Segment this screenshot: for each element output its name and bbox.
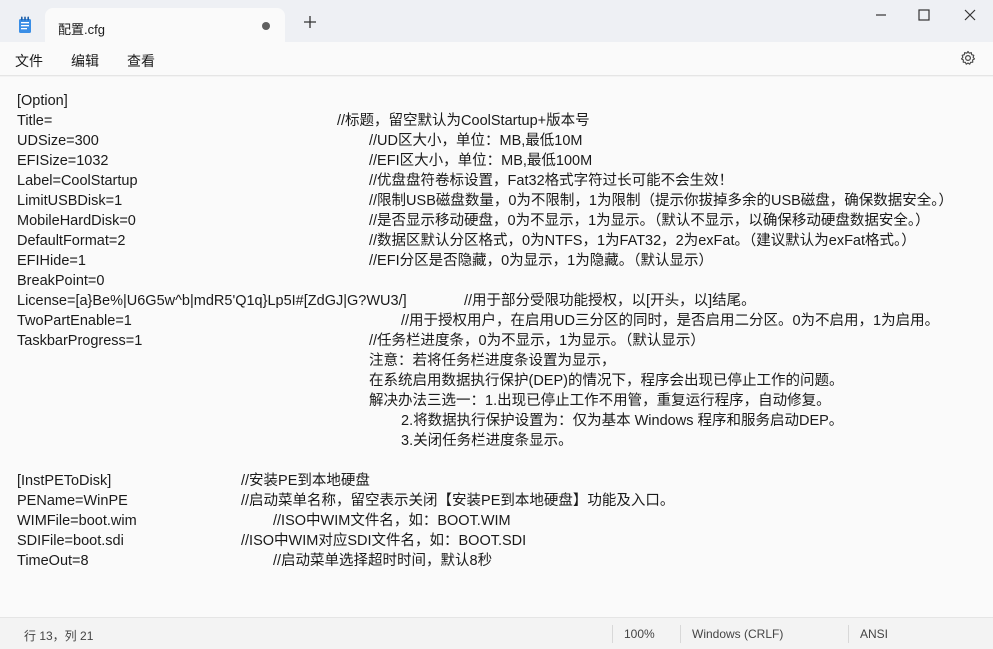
line-comment: //启动菜单名称，留空表示关闭【安装PE到本地硬盘】功能及入口。: [241, 493, 675, 509]
text-line: License=[a}Be%|U6G5w^b|mdR5'Q1q}Lp5I#[Zd…: [17, 293, 407, 309]
status-divider: [848, 625, 849, 643]
text-line: UDSize=300: [17, 133, 99, 149]
close-icon[interactable]: [963, 8, 977, 22]
status-divider: [612, 625, 613, 643]
line-comment: 在系统启用数据执行保护(DEP)的情况下，程序会出现已停止工作的问题。: [369, 373, 844, 389]
text-line: Title=: [17, 113, 53, 129]
text-line: [Option]: [17, 93, 68, 109]
line-comment: //数据区默认分区格式，0为NTFS，1为FAT32，2为exFat。（建议默认…: [369, 233, 916, 249]
text-line: SDIFile=boot.sdi: [17, 533, 124, 549]
text-line: TimeOut=8: [17, 553, 89, 569]
text-editor[interactable]: [Option] Title= //标题，留空默认为CoolStartup+版本…: [0, 77, 993, 617]
encoding[interactable]: ANSI: [860, 627, 888, 641]
line-comment: //UD区大小，单位：MB,最低10M: [369, 133, 583, 149]
text-line: MobileHardDisk=0: [17, 213, 136, 229]
menu-bar: 文件 编辑 查看: [0, 42, 993, 76]
text-line: EFISize=1032: [17, 153, 109, 169]
status-bar: 行 13，列 21 100% Windows (CRLF) ANSI: [0, 617, 993, 649]
unsaved-dot-icon[interactable]: [262, 22, 270, 30]
line-comment: //用于部分受限功能授权，以[开头，以]结尾。: [464, 293, 756, 309]
minimize-icon[interactable]: [874, 8, 888, 22]
plus-icon[interactable]: [303, 15, 317, 29]
title-bar: 配置.cfg: [0, 0, 993, 42]
maximize-icon[interactable]: [917, 8, 931, 22]
text-line: [InstPEToDisk]: [17, 473, 112, 489]
line-comment: //启动菜单选择超时时间，默认8秒: [273, 553, 493, 569]
line-comment: //用于授权用户，在启用UD三分区的同时，是否启用二分区。0为不启用，1为启用。: [401, 313, 940, 329]
line-comment: //是否显示移动硬盘，0为不显示，1为显示。（默认不显示，以确保移动硬盘数据安全…: [369, 213, 930, 229]
line-comment: //ISO中WIM对应SDI文件名，如：BOOT.SDI: [241, 533, 527, 549]
text-line: BreakPoint=0: [17, 273, 105, 289]
zoom-level[interactable]: 100%: [624, 627, 655, 641]
menu-view[interactable]: 查看: [127, 51, 155, 71]
menu-file[interactable]: 文件: [15, 51, 43, 71]
text-line: WIMFile=boot.wim: [17, 513, 137, 529]
text-line: EFIHide=1: [17, 253, 86, 269]
text-line: Label=CoolStartup: [17, 173, 138, 189]
line-comment: //优盘盘符卷标设置，Fat32格式字符过长可能不会生效！: [369, 173, 734, 189]
text-line: DefaultFormat=2: [17, 233, 126, 249]
cursor-position: 行 13，列 21: [24, 629, 94, 643]
gear-icon[interactable]: [960, 50, 976, 66]
line-comment: 解决办法三选一：1.出现已停止工作不用管，重复运行程序，自动修复。: [369, 393, 831, 409]
line-comment: //EFI分区是否隐藏，0为显示，1为隐藏。（默认显示）: [369, 253, 713, 269]
line-comment: //标题，留空默认为CoolStartup+版本号: [337, 113, 590, 129]
line-comment: 注意：若将任务栏进度条设置为显示，: [369, 353, 616, 369]
line-ending[interactable]: Windows (CRLF): [692, 627, 783, 641]
line-comment: //任务栏进度条，0为不显示，1为显示。（默认显示）: [369, 333, 705, 349]
menu-edit[interactable]: 编辑: [71, 51, 99, 71]
line-comment: 2.将数据执行保护设置为：仅为基本 Windows 程序和服务启动DEP。: [401, 413, 844, 429]
line-comment: //限制USB磁盘数量，0为不限制，1为限制（提示你拔掉多余的USB磁盘，确保数…: [369, 193, 954, 209]
notepad-icon: [19, 16, 31, 33]
text-line: TwoPartEnable=1: [17, 313, 132, 329]
text-line: PEName=WinPE: [17, 493, 128, 509]
status-divider: [680, 625, 681, 643]
line-comment: //ISO中WIM文件名，如：BOOT.WIM: [273, 513, 511, 529]
line-comment: 3.关闭任务栏进度条显示。: [401, 433, 573, 449]
text-line: TaskbarProgress=1: [17, 333, 143, 349]
tab-config-cfg[interactable]: 配置.cfg: [45, 8, 285, 42]
line-comment: //安装PE到本地硬盘: [241, 473, 370, 489]
line-comment: //EFI区大小，单位：MB,最低100M: [369, 153, 593, 169]
text-line: LimitUSBDisk=1: [17, 193, 123, 209]
tab-title: 配置.cfg: [58, 22, 105, 37]
